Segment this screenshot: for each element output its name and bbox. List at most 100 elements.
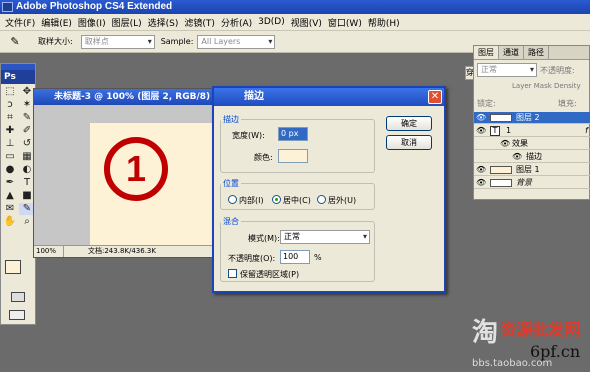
canvas[interactable]: 1 <box>90 123 214 245</box>
color-swatch[interactable] <box>278 149 308 163</box>
effect-eye-icon[interactable]: 👁 <box>512 151 522 163</box>
tab-channels[interactable]: 通道 <box>499 46 524 59</box>
eraser-tool-icon[interactable]: ▭ <box>2 151 18 163</box>
layers-panel-tabs: 图层 通道 路径 <box>474 46 589 60</box>
dialog-title-bar[interactable]: 描边 ✕ <box>214 88 444 106</box>
opacity-field[interactable]: 100 <box>280 250 310 264</box>
width-field[interactable]: 0 px <box>278 127 308 141</box>
position-inside-radio[interactable] <box>228 195 237 204</box>
stamp-tool-icon[interactable]: ⊥ <box>2 138 18 150</box>
document-size: 文档:243.8K/436.3K <box>88 247 156 255</box>
layer-thumbnail <box>490 166 512 174</box>
tab-paths[interactable]: 路径 <box>524 46 549 59</box>
position-outside-radio[interactable] <box>317 195 326 204</box>
color-label: 颜色: <box>254 153 273 162</box>
layer-effect-item-row[interactable]: 👁 描边 <box>474 151 590 163</box>
opacity-unit: % <box>314 253 322 262</box>
position-inside-label[interactable]: 内部(I) <box>239 195 264 206</box>
fx-icon: f <box>585 126 588 135</box>
marquee-tool-icon[interactable]: ⬚ <box>2 86 18 98</box>
ok-button[interactable]: 确定 <box>386 116 432 131</box>
document-title-bar[interactable]: 未标题-3 @ 100% (图层 2, RGB/8) <box>34 89 214 105</box>
sample-dropdown[interactable]: All Layers <box>197 34 276 49</box>
preserve-transparency-label[interactable]: 保留透明区域(P) <box>240 269 299 280</box>
visibility-eye-icon[interactable]: 👁 <box>476 125 486 137</box>
blur-tool-icon[interactable]: ● <box>2 164 18 176</box>
zoom-level[interactable]: 100% <box>34 246 64 257</box>
menu-window[interactable]: 窗口(W) <box>325 16 365 29</box>
layer-blend-mode-dropdown[interactable]: 正常 <box>477 63 537 77</box>
layer-thumbnail <box>490 179 512 187</box>
sample-size-dropdown[interactable]: 取样点 <box>80 34 155 49</box>
document-status-bar: 100% 文档:243.8K/436.3K <box>34 245 214 257</box>
position-group-label: 位置 <box>223 179 239 188</box>
position-outside-label[interactable]: 居外(U) <box>328 195 356 206</box>
menu-filter[interactable]: 滤镜(T) <box>181 16 218 29</box>
photoshop-icon <box>2 2 13 12</box>
stroke-group-label: 描边 <box>223 115 239 124</box>
layer-row[interactable]: 👁 图层 2 <box>474 112 590 124</box>
app-title: Adobe Photoshop CS4 Extended <box>16 1 173 12</box>
visibility-eye-icon[interactable]: 👁 <box>476 177 486 189</box>
layer-row[interactable]: 👁 背景 <box>474 177 590 189</box>
sample-size-label: 取样大小: <box>38 37 73 46</box>
notes-tool-icon[interactable]: ✉ <box>2 203 18 215</box>
menu-help[interactable]: 帮助(H) <box>365 16 403 29</box>
stroke-dialog: 描边 ✕ 描边 宽度(W): 0 px 颜色: 位置 内部(I) 居中(C) 居… <box>212 86 446 293</box>
crop-tool-icon[interactable]: ⌗ <box>2 112 18 124</box>
menu-file[interactable]: 文件(F) <box>2 16 38 29</box>
menu-bar: 文件(F) 编辑(E) 图像(I) 图层(L) 选择(S) 滤镜(T) 分析(A… <box>0 14 590 31</box>
layers-panel: 图层 通道 路径 正常 不透明度: Layer Mask Density 锁定:… <box>473 45 590 200</box>
dialog-close-button[interactable]: ✕ <box>428 90 442 104</box>
layer-name: 描边 <box>526 152 542 161</box>
layer-effects-row[interactable]: 👁 效果 <box>474 138 590 150</box>
menu-3d[interactable]: 3D(D) <box>255 17 288 27</box>
layer-row[interactable]: 👁 T 1 f <box>474 125 590 137</box>
tool-grid: ⬚ ✥ ↄ ✶ ⌗ ✎ ✚ ✐ ⊥ ↺ ▭ ▦ ● ◐ ✒ T ▲ ■ ✉ ✎ … <box>1 84 35 230</box>
foreground-color-swatch[interactable] <box>5 260 21 274</box>
screen-mode-icon[interactable] <box>9 310 25 320</box>
layer-row[interactable]: 👁 图层 1 <box>474 164 590 176</box>
menu-layer[interactable]: 图层(L) <box>109 16 145 29</box>
menu-image[interactable]: 图像(I) <box>75 16 109 29</box>
pen-tool-icon[interactable]: ✒ <box>2 177 18 189</box>
width-label: 宽度(W): <box>232 131 265 140</box>
circled-number-text: 1 <box>125 148 147 189</box>
circled-number-graphic: 1 <box>104 137 168 201</box>
watermark-url: bbs.taobao.com <box>472 358 553 369</box>
position-center-label[interactable]: 居中(C) <box>283 195 311 206</box>
healing-brush-icon[interactable]: ✚ <box>2 125 18 137</box>
quick-mask-icon[interactable] <box>11 292 25 302</box>
hand-tool-icon[interactable]: ✋ <box>2 216 18 228</box>
layer-name: 图层 1 <box>516 165 540 174</box>
visibility-eye-icon[interactable]: 👁 <box>476 164 486 176</box>
menu-edit[interactable]: 编辑(E) <box>38 16 75 29</box>
text-layer-icon: T <box>490 126 500 136</box>
effects-eye-icon[interactable]: 👁 <box>500 138 510 150</box>
path-select-icon[interactable]: ▲ <box>2 190 18 202</box>
preserve-transparency-checkbox[interactable] <box>228 269 237 278</box>
dialog-title: 描边 <box>244 91 264 102</box>
menu-select[interactable]: 选择(S) <box>145 16 182 29</box>
eyedropper-tool-icon[interactable]: ✎ <box>6 35 24 48</box>
lasso-tool-icon[interactable]: ↄ <box>2 99 18 111</box>
cancel-button[interactable]: 取消 <box>386 135 432 150</box>
position-center-radio[interactable] <box>272 195 281 204</box>
blend-group-label: 混合 <box>223 217 239 226</box>
layer-opacity-label: 不透明度: <box>540 66 575 75</box>
menu-analysis[interactable]: 分析(A) <box>218 16 255 29</box>
layer-name: 1 <box>506 126 512 135</box>
mode-label: 模式(M): <box>248 234 280 243</box>
stroke-group: 描边 <box>220 114 375 173</box>
visibility-eye-icon[interactable]: 👁 <box>476 112 486 124</box>
document-canvas-area[interactable]: 1 <box>34 105 214 247</box>
layer-mask-density-label: Layer Mask Density <box>512 82 581 90</box>
layer-name: 图层 2 <box>516 113 540 122</box>
lock-label: 锁定: <box>477 99 496 108</box>
mode-dropdown[interactable]: 正常 <box>280 230 370 244</box>
layer-name: 背景 <box>516 178 532 187</box>
menu-view[interactable]: 视图(V) <box>288 16 325 29</box>
tools-panel: Ps ⬚ ✥ ↄ ✶ ⌗ ✎ ✚ ✐ ⊥ ↺ ▭ ▦ ● ◐ ✒ T ▲ ■ ✉… <box>0 63 36 325</box>
app-title-bar: Adobe Photoshop CS4 Extended <box>0 0 590 14</box>
tab-layers[interactable]: 图层 <box>474 46 499 59</box>
